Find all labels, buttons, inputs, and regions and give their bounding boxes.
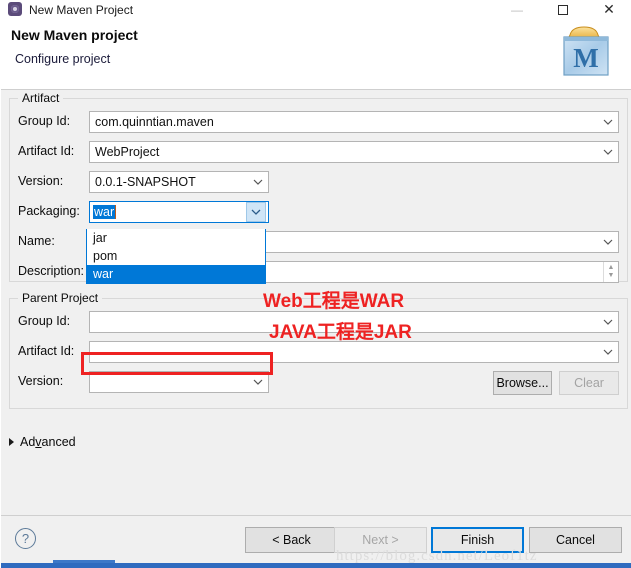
artifact-id-label: Artifact Id:: [18, 144, 75, 158]
chevron-down-icon[interactable]: [250, 179, 266, 185]
annotation-war-note: Web工程是WAR: [263, 291, 405, 312]
maximize-icon: [558, 4, 568, 15]
new-maven-project-dialog: New Maven Project — ✕ New Maven project …: [0, 0, 631, 568]
chevron-down-icon[interactable]: [600, 349, 616, 355]
description-scroll-stepper[interactable]: ▲ ▼: [603, 262, 618, 282]
text-cursor: [115, 205, 117, 220]
version-combo[interactable]: 0.0.1-SNAPSHOT: [89, 171, 269, 193]
taskbar-indicator: [53, 560, 115, 563]
chevron-down-icon[interactable]: [600, 239, 616, 245]
window-titlebar: New Maven Project — ✕: [1, 0, 631, 19]
group-id-value: com.quinntian.maven: [95, 115, 214, 129]
cancel-button[interactable]: Cancel: [529, 527, 622, 553]
parent-version-input[interactable]: [89, 371, 269, 393]
parent-artifact-id-label: Artifact Id:: [18, 344, 75, 358]
advanced-expander[interactable]: Advanced: [9, 435, 76, 449]
description-label: Description:: [18, 264, 84, 278]
field-row-packaging: Packaging: war: [10, 201, 627, 225]
field-row-parent-version: Version: Browse... Clear: [10, 371, 627, 395]
parent-version-label: Version:: [18, 374, 64, 388]
minimize-button[interactable]: —: [494, 0, 540, 19]
dialog-body: Artifact Group Id: com.quinntian.maven A…: [1, 90, 631, 515]
close-icon: ✕: [603, 1, 615, 17]
chevron-up-icon[interactable]: ▲: [608, 264, 615, 272]
group-id-input[interactable]: com.quinntian.maven: [89, 111, 619, 133]
dropdown-option-pom[interactable]: pom: [87, 247, 265, 265]
page-title: New Maven project: [11, 27, 138, 43]
dropdown-option-jar[interactable]: jar: [87, 229, 265, 247]
close-button[interactable]: ✕: [586, 0, 631, 19]
packaging-label: Packaging:: [18, 204, 80, 218]
version-value: 0.0.1-SNAPSHOT: [95, 175, 196, 189]
advanced-label-post: anced: [41, 435, 76, 449]
parent-group-legend: Parent Project: [18, 291, 103, 305]
maximize-button[interactable]: [540, 0, 586, 19]
maven-project-icon: [7, 1, 23, 18]
advanced-label-pre: Ad: [20, 435, 36, 449]
name-label: Name:: [18, 234, 55, 248]
clear-button: Clear: [559, 371, 619, 395]
artifact-id-value: WebProject: [95, 145, 160, 159]
artifact-group-legend: Artifact: [18, 91, 64, 105]
parent-project-group: Parent Project Group Id: Artifact Id: Ve…: [9, 291, 628, 409]
version-label: Version:: [18, 174, 64, 188]
field-row-version: Version: 0.0.1-SNAPSHOT: [10, 171, 627, 195]
window-controls: — ✕: [494, 0, 631, 19]
window-title: New Maven Project: [29, 2, 134, 17]
field-row-parent-artifact-id: Artifact Id:: [10, 341, 627, 365]
back-button[interactable]: < Back: [245, 527, 338, 553]
field-row-artifact-id: Artifact Id: WebProject: [10, 141, 627, 165]
watermark: https://blog.csdn.net/Leof1tz: [336, 548, 538, 564]
browse-button[interactable]: Browse...: [493, 371, 552, 395]
parent-artifact-id-input[interactable]: [89, 341, 619, 363]
svg-text:M: M: [573, 43, 598, 73]
packaging-value-wrap: war: [93, 204, 246, 220]
artifact-id-input[interactable]: WebProject: [89, 141, 619, 163]
chevron-right-icon: [9, 438, 14, 446]
field-row-group-id: Group Id: com.quinntian.maven: [10, 111, 627, 135]
dropdown-option-war[interactable]: war: [87, 265, 265, 283]
chevron-down-icon[interactable]: [250, 379, 266, 385]
chevron-down-icon[interactable]: ▼: [608, 272, 615, 280]
advanced-label: Advanced: [20, 435, 76, 449]
group-id-label: Group Id:: [18, 114, 71, 128]
packaging-dropdown-button[interactable]: [246, 202, 266, 222]
chevron-down-icon[interactable]: [600, 149, 616, 155]
dialog-header: New Maven project Configure project M: [1, 19, 631, 90]
page-subtitle: Configure project: [15, 52, 111, 66]
chevron-down-icon[interactable]: [600, 319, 616, 325]
annotation-jar-note: JAVA工程是JAR: [269, 322, 412, 343]
minimize-icon: —: [511, 2, 523, 17]
help-icon[interactable]: ?: [15, 528, 36, 549]
maven-logo-icon: M: [556, 23, 616, 81]
packaging-value: war: [93, 204, 116, 219]
packaging-dropdown-list[interactable]: jar pom war: [86, 229, 266, 284]
packaging-combo[interactable]: war: [89, 201, 269, 223]
parent-group-id-label: Group Id:: [18, 314, 71, 328]
chevron-down-icon[interactable]: [600, 119, 616, 125]
